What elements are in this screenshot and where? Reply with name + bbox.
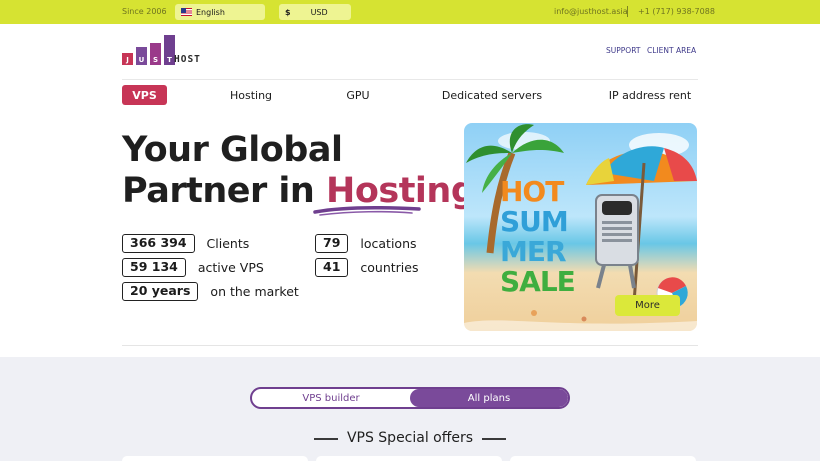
hero-divider <box>122 345 698 346</box>
toggle-vps-builder[interactable]: VPS builder <box>252 389 410 407</box>
plans-toggle[interactable]: VPS builder All plans <box>250 387 570 409</box>
us-flag-icon <box>181 8 192 16</box>
since-text: Since 2006 <box>122 7 167 16</box>
promo-line: MER <box>500 235 567 268</box>
stat-label: countries <box>360 259 419 275</box>
stat-countries: 41 countries <box>315 257 419 277</box>
nav-vps[interactable]: VPS <box>122 85 167 105</box>
justhost-logo[interactable]: J U S T HOST <box>122 35 206 67</box>
logo-word: HOST <box>174 54 201 65</box>
hero-title-start: Partner in <box>122 171 327 211</box>
nav-hosting[interactable]: Hosting <box>222 85 280 105</box>
promo-line: HOT <box>500 175 564 208</box>
logo-letter: S <box>152 56 159 64</box>
offer-card[interactable] <box>316 456 502 461</box>
stat-clients: 366 394 Clients <box>122 233 249 253</box>
currency-selector[interactable]: $ USD <box>279 4 351 20</box>
title-dash <box>482 438 506 440</box>
stat-value: 59 134 <box>122 257 186 277</box>
offer-card[interactable] <box>510 456 696 461</box>
toggle-all-plans[interactable]: All plans <box>410 389 568 407</box>
stat-value: 41 <box>315 257 349 277</box>
nav-ip-address-rent[interactable]: IP address rent <box>604 85 696 105</box>
currency-symbol: $ <box>285 7 291 17</box>
promo-line: SALE <box>500 265 576 298</box>
support-link[interactable]: SUPPORT <box>606 46 640 55</box>
language-label: English <box>196 7 225 17</box>
logo-letter: J <box>126 56 129 64</box>
stat-value: 20 years <box>122 281 199 301</box>
hero-title-line1: Your Global <box>122 130 343 170</box>
section-title: VPS Special offers <box>346 430 474 446</box>
contact-phone-link[interactable]: +1 (717) 938-7088 <box>638 7 715 16</box>
top-bar: Since 2006 English $ USD info@justhost.a… <box>0 0 820 24</box>
client-area-link[interactable]: CLIENT AREA <box>647 46 696 55</box>
nav-gpu[interactable]: GPU <box>340 85 376 105</box>
divider <box>627 6 628 17</box>
header-divider <box>122 79 698 80</box>
stat-label: Clients <box>206 235 250 251</box>
stat-locations: 79 locations <box>315 233 417 253</box>
brush-underline-icon <box>313 206 421 216</box>
currency-label: USD <box>310 7 328 17</box>
stat-active-vps: 59 134 active VPS <box>122 257 264 277</box>
stat-years: 20 years on the market <box>122 281 299 301</box>
more-button[interactable]: More <box>615 295 680 316</box>
stat-value: 366 394 <box>122 233 195 253</box>
language-selector[interactable]: English <box>175 4 265 20</box>
hero-title-line2: Partner in Hosting <box>122 171 476 212</box>
stat-value: 79 <box>315 233 349 253</box>
nav-dedicated-servers[interactable]: Dedicated servers <box>440 85 544 105</box>
stat-label: active VPS <box>197 259 264 275</box>
contact-email-link[interactable]: info@justhost.asia <box>554 7 628 16</box>
stat-label: locations <box>360 235 417 251</box>
logo-letter: U <box>138 56 145 64</box>
stat-label: on the market <box>210 283 299 299</box>
promo-line: SUM <box>500 205 569 238</box>
hero-title: Your Global Partner in Hosting <box>122 130 476 212</box>
offer-card[interactable] <box>122 456 308 461</box>
